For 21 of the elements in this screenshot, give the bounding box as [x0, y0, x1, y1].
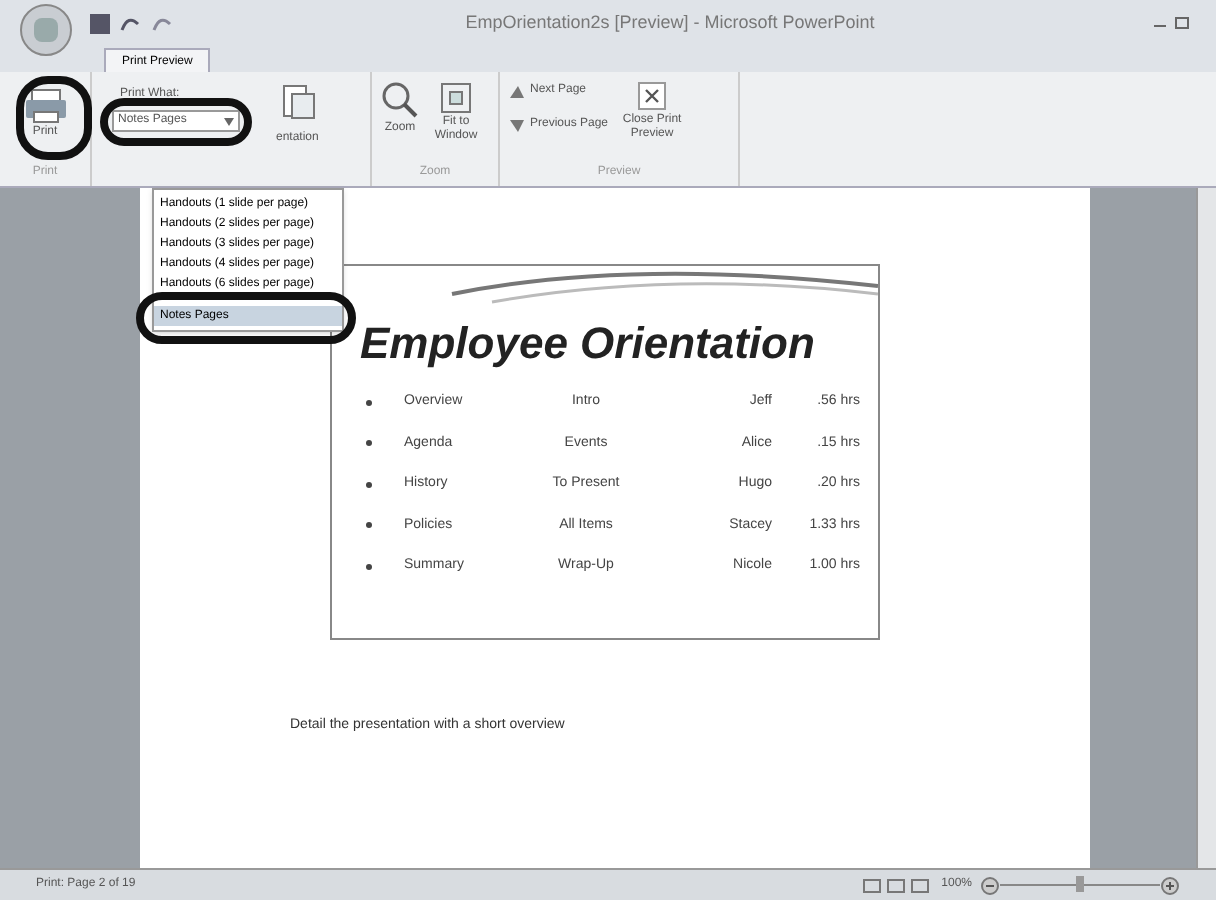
orientation-icon [279, 82, 316, 122]
bullet-icon [365, 563, 371, 570]
close-icon [638, 82, 667, 110]
dropdown-caret-icon [224, 117, 234, 125]
fit-window-icon [438, 80, 474, 116]
printer-icon [23, 88, 67, 124]
bullet-icon [365, 481, 371, 488]
scrollbar[interactable] [1196, 188, 1216, 868]
zoom-out-icon[interactable] [980, 875, 1000, 895]
slider-thumb[interactable] [1076, 876, 1084, 892]
magnifier-icon [380, 80, 420, 120]
zoom-in-icon[interactable] [1160, 875, 1180, 895]
bullet-icon [365, 522, 371, 529]
slide-title: Employee Orientation [360, 316, 817, 372]
view-buttons-icon[interactable] [861, 877, 934, 893]
window-title: EmpOrientation2s [Preview] - Microsoft PowerPoint [463, 10, 877, 37]
window-controls-icon[interactable] [1152, 16, 1192, 32]
bullet-icon [365, 399, 371, 406]
annotation-ring [16, 76, 92, 160]
office-button[interactable] [20, 4, 72, 56]
bullet-icon [365, 440, 371, 447]
